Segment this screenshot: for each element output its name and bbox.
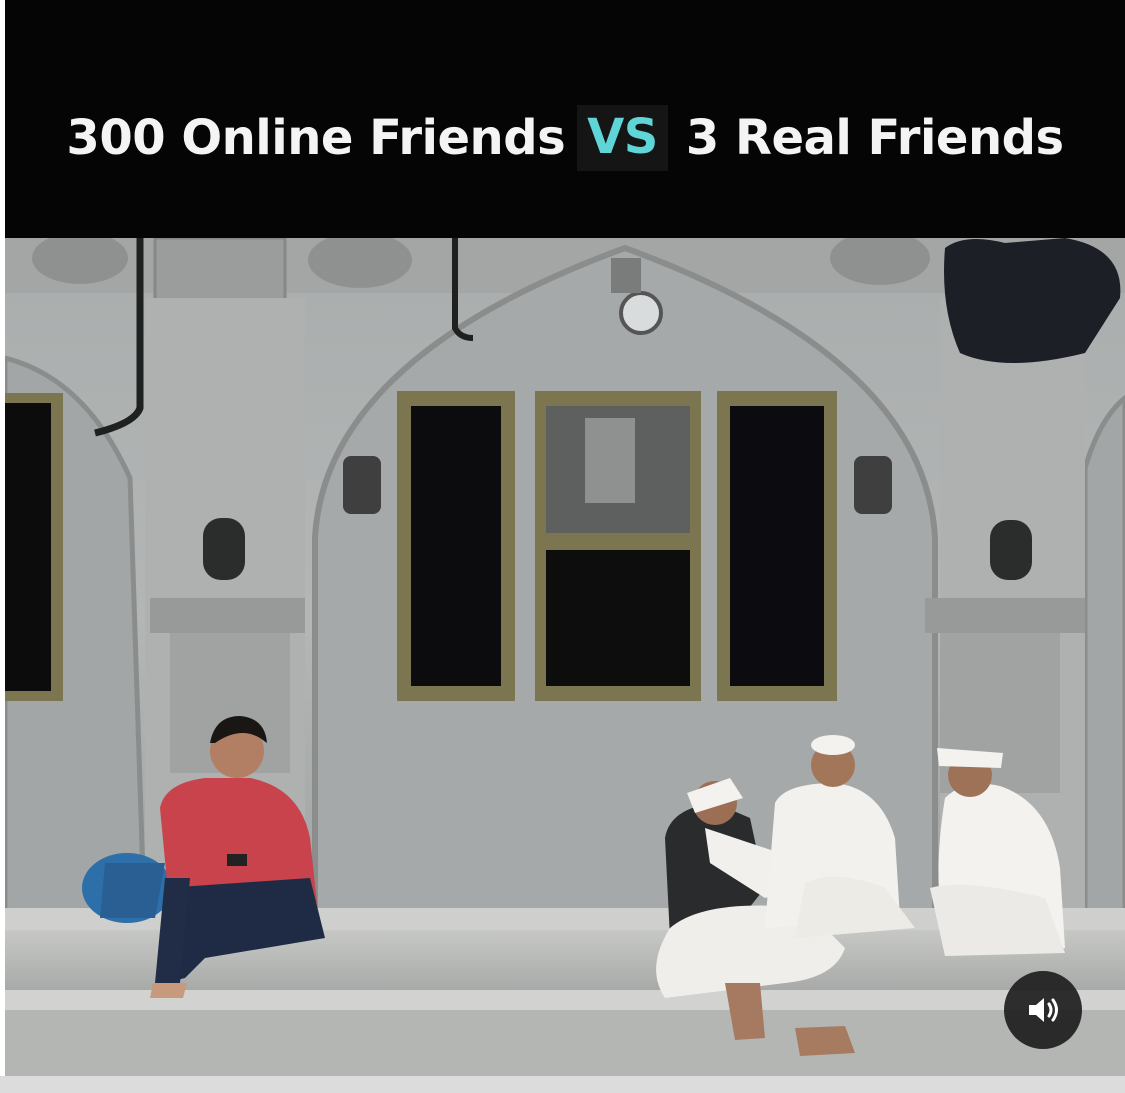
meme-frame: 300 Online Friends VS 3 Real Friends <box>5 0 1125 1076</box>
wall-clock <box>619 291 663 335</box>
cap-two <box>811 735 855 755</box>
sound-toggle-button[interactable] <box>1004 971 1082 1049</box>
caption-left: 300 Online Friends <box>66 110 566 166</box>
speaker-volume-icon <box>1029 998 1058 1022</box>
pilaster-left-cap <box>150 598 305 633</box>
bottom-strip <box>0 1076 1125 1093</box>
lower-step-face <box>5 1010 1125 1076</box>
right-arch <box>1082 394 1125 941</box>
meme-caption: 300 Online Friends VS 3 Real Friends <box>5 98 1125 178</box>
niche-right <box>990 520 1032 580</box>
clock-mount <box>611 258 641 293</box>
caption-vs: VS <box>577 105 668 171</box>
phone <box>227 854 247 866</box>
caption-right: 3 Real Friends <box>685 110 1064 166</box>
caption-bar: 300 Online Friends VS 3 Real Friends <box>5 0 1125 238</box>
niche-left <box>203 518 245 580</box>
wall-lamp-right <box>854 456 892 514</box>
pilaster-right-cap <box>925 598 1085 633</box>
street-photo <box>5 238 1125 1076</box>
wall-lamp-left <box>343 456 381 514</box>
